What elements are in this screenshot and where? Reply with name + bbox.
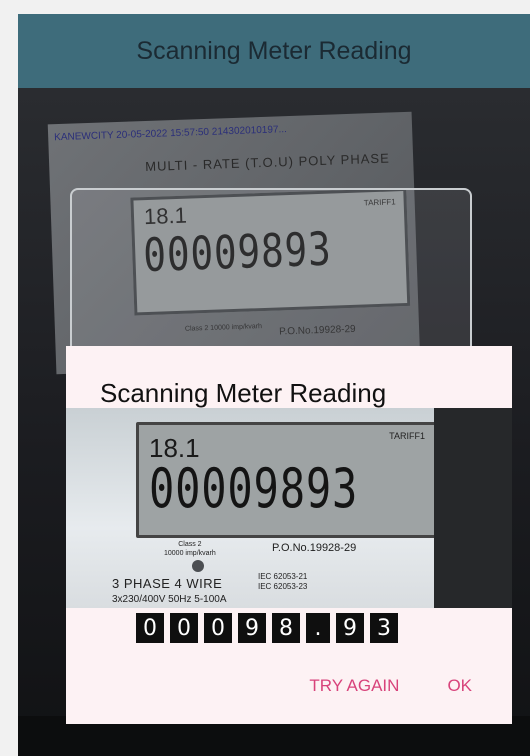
reading-digit: 0 [170, 613, 198, 643]
captured-iec-labels: IEC 62053-21 IEC 62053-23 [258, 572, 307, 592]
meter-header-text: MULTI - RATE (T.O.U) POLY PHASE [145, 150, 390, 175]
phone-screen: Scanning Meter Reading KANEWCITY 20-05-2… [18, 14, 530, 756]
photo-dark-edge [434, 408, 512, 608]
scan-result-dialog: Scanning Meter Reading 18.1 TARIFF1 0000… [66, 346, 512, 724]
reading-digit: 9 [336, 613, 364, 643]
meter-reading-digits: 0 0 0 9 8 . 9 3 [136, 613, 398, 643]
meter-led-indicator [192, 560, 204, 572]
captured-iec-1: IEC 62053-21 [258, 572, 308, 581]
reading-digit: 0 [204, 613, 232, 643]
try-again-button[interactable]: TRY AGAIN [309, 676, 399, 696]
reading-digit: 9 [238, 613, 266, 643]
captured-class-text: Class 2 [178, 541, 202, 548]
captured-class-label: Class 2 10000 imp/kvarh [164, 540, 216, 558]
captured-voltage-label: 3x230/400V 50Hz 5-100A [112, 594, 227, 605]
captured-iec-2: IEC 62053-23 [258, 582, 308, 591]
app-bar: Scanning Meter Reading [18, 14, 530, 88]
captured-class-sub: 10000 imp/kvarh [164, 550, 216, 557]
ok-button[interactable]: OK [447, 676, 472, 696]
dialog-actions: TRY AGAIN OK [309, 676, 472, 696]
reading-digit: 0 [136, 613, 164, 643]
captured-lcd-display: 18.1 TARIFF1 00009893 [136, 422, 442, 538]
reading-digit: 8 [272, 613, 300, 643]
captured-phase-label: 3 PHASE 4 WIRE [112, 576, 223, 591]
reading-decimal-point: . [306, 613, 330, 643]
captured-po-label: P.O.No.19928-29 [272, 542, 357, 554]
photo-watermark-text: KANEWCITY 20-05-2022 15:57:50 2143020101… [54, 124, 288, 144]
dialog-title: Scanning Meter Reading [100, 378, 387, 408]
captured-lcd-tariff: TARIFF1 [389, 431, 425, 441]
captured-lcd-digits: 00009893 [149, 457, 359, 520]
app-bar-title: Scanning Meter Reading [136, 36, 412, 65]
reading-digit: 3 [370, 613, 398, 643]
captured-meter-image: 18.1 TARIFF1 00009893 Class 2 10000 imp/… [66, 408, 512, 608]
